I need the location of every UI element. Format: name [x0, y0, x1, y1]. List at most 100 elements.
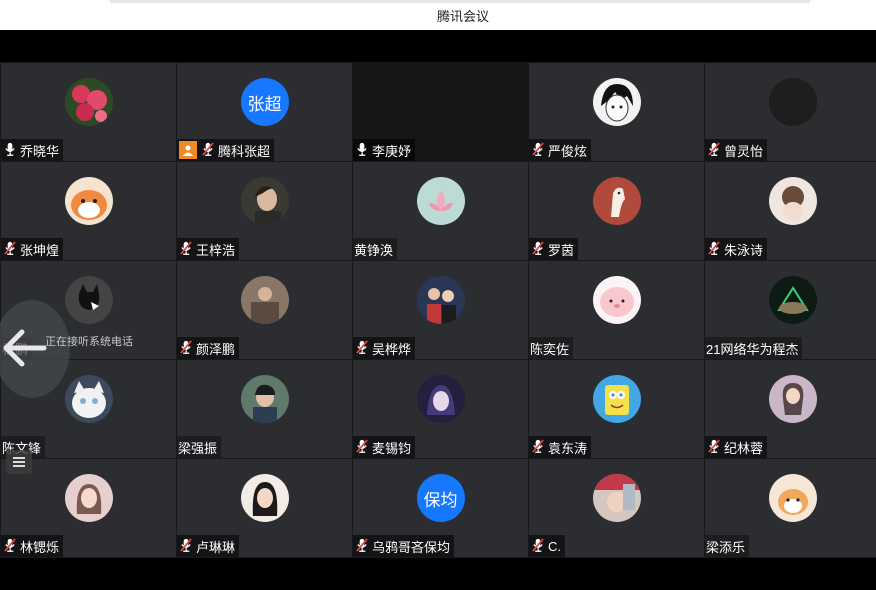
system-call-note: 正在接听系统电话 [45, 336, 133, 348]
participant-avatar [240, 375, 289, 423]
participant-name: 朱泳诗 [724, 242, 764, 258]
participant-list-button[interactable] [6, 450, 32, 474]
title-bar-top-strip [110, 0, 810, 3]
participant-tile[interactable]: 麦锡钧 [353, 360, 528, 458]
participant-name: 吴桦烨 [372, 341, 412, 357]
participant-name: 严俊炫 [548, 143, 588, 159]
participant-tile[interactable]: 卢琳琳 [177, 459, 352, 557]
participant-avatar [592, 78, 641, 126]
participant-tile[interactable]: 罗茵 [529, 162, 704, 260]
participant-tile[interactable]: 21网络华为程杰 [705, 261, 876, 359]
participant-tile[interactable]: 陈奕佐 [529, 261, 704, 359]
mic-muted-icon [707, 439, 721, 455]
participant-name: 罗茵 [548, 242, 575, 258]
participant-name: 梁添乐 [706, 539, 746, 555]
participant-nameplate: 袁东涛 [529, 436, 592, 458]
participant-nameplate: 曾灵怡 [705, 139, 768, 161]
mic-muted-icon [707, 142, 721, 158]
participant-tile[interactable]: C. [529, 459, 704, 557]
participant-tile[interactable]: 张坤煌 [1, 162, 176, 260]
participant-avatar [768, 78, 817, 126]
participant-avatar [768, 375, 817, 423]
participant-tile[interactable]: 乔晓华 [1, 63, 176, 161]
participant-avatar: 张超 [240, 78, 289, 126]
participant-avatar [240, 474, 289, 522]
participant-name: 麦锡钧 [372, 440, 412, 456]
participant-name: 李庚妤 [372, 143, 412, 159]
mic-muted-icon [531, 142, 545, 158]
mic-icon [355, 142, 369, 158]
mic-muted-icon [355, 439, 369, 455]
participant-nameplate: C. [529, 535, 565, 557]
mic-icon [3, 142, 17, 158]
participant-tile[interactable]: 纪林蓉 [705, 360, 876, 458]
participant-name: 黄铮涣 [354, 242, 394, 258]
title-bar: 腾讯会议 [0, 0, 876, 30]
participant-name: 袁东涛 [548, 440, 588, 456]
participant-nameplate: 朱泳诗 [705, 238, 768, 260]
mic-muted-icon [179, 241, 193, 257]
participant-tile[interactable]: 王梓浩 [177, 162, 352, 260]
participant-grid: 乔晓华张超腾科张超李庚妤严俊炫曾灵怡张坤煌王梓浩黄铮涣罗茵朱泳诗杜鹏颜泽鹏吴桦烨… [0, 62, 876, 557]
participant-nameplate: 卢琳琳 [177, 535, 240, 557]
mic-muted-icon [531, 241, 545, 257]
participant-avatar [592, 177, 641, 225]
participant-name: 曾灵怡 [724, 143, 764, 159]
participant-tile[interactable]: 朱泳诗 [705, 162, 876, 260]
participant-name: 陈奕佐 [530, 341, 570, 357]
participant-avatar [64, 474, 113, 522]
participant-name: 卢琳琳 [196, 539, 236, 555]
participant-name: 乌鸦哥吝保均 [372, 539, 451, 555]
mic-muted-icon [355, 340, 369, 356]
participant-tile[interactable]: 颜泽鹏 [177, 261, 352, 359]
participant-tile[interactable]: 梁添乐 [705, 459, 876, 557]
participant-nameplate: 梁添乐 [705, 535, 750, 557]
participant-avatar [64, 78, 113, 126]
participant-nameplate: 罗茵 [529, 238, 579, 260]
participant-nameplate: 张坤煌 [1, 238, 64, 260]
participant-nameplate: 麦锡钧 [353, 436, 416, 458]
host-person-icon [179, 141, 197, 159]
participant-nameplate: 乌鸦哥吝保均 [353, 535, 455, 557]
participant-tile[interactable]: 梁强振 [177, 360, 352, 458]
participant-avatar [64, 276, 113, 324]
mic-muted-icon [355, 538, 369, 554]
mic-muted-icon [201, 142, 215, 158]
participant-tile[interactable]: 严俊炫 [529, 63, 704, 161]
participant-tile[interactable]: 曾灵怡 [705, 63, 876, 161]
participant-avatar [592, 474, 641, 522]
participant-name: 腾科张超 [218, 143, 271, 159]
participant-avatar: 保均 [416, 474, 465, 522]
participant-avatar [64, 375, 113, 423]
participant-nameplate: 21网络华为程杰 [705, 337, 803, 359]
participant-tile[interactable]: 保均乌鸦哥吝保均 [353, 459, 528, 557]
participant-avatar [240, 276, 289, 324]
participant-tile[interactable]: 张超腾科张超 [177, 63, 352, 161]
participant-nameplate: 吴桦烨 [353, 337, 416, 359]
participant-name: 王梓浩 [196, 242, 236, 258]
list-icon [13, 457, 25, 467]
participant-avatar [768, 177, 817, 225]
mic-muted-icon [531, 538, 545, 554]
participant-name: 林锶烁 [20, 539, 60, 555]
participant-avatar [592, 375, 641, 423]
participant-avatar [416, 276, 465, 324]
participant-avatar [592, 276, 641, 324]
participant-name: C. [548, 538, 561, 554]
mic-muted-icon [179, 538, 193, 554]
participant-nameplate: 乔晓华 [1, 139, 64, 161]
mic-muted-icon [531, 439, 545, 455]
mic-muted-icon [3, 538, 17, 554]
participant-avatar [768, 474, 817, 522]
participant-nameplate: 腾科张超 [177, 139, 275, 161]
participant-avatar [64, 177, 113, 225]
participant-tile[interactable]: 吴桦烨 [353, 261, 528, 359]
participant-nameplate: 李庚妤 [353, 139, 416, 161]
participant-nameplate: 纪林蓉 [705, 436, 768, 458]
participant-tile[interactable]: 袁东涛 [529, 360, 704, 458]
participant-name: 张坤煌 [20, 242, 60, 258]
participant-tile[interactable]: 李庚妤 [353, 63, 528, 161]
participant-name: 梁强振 [178, 440, 218, 456]
window-title: 腾讯会议 [436, 8, 489, 24]
participant-tile[interactable]: 黄铮涣 [353, 162, 528, 260]
